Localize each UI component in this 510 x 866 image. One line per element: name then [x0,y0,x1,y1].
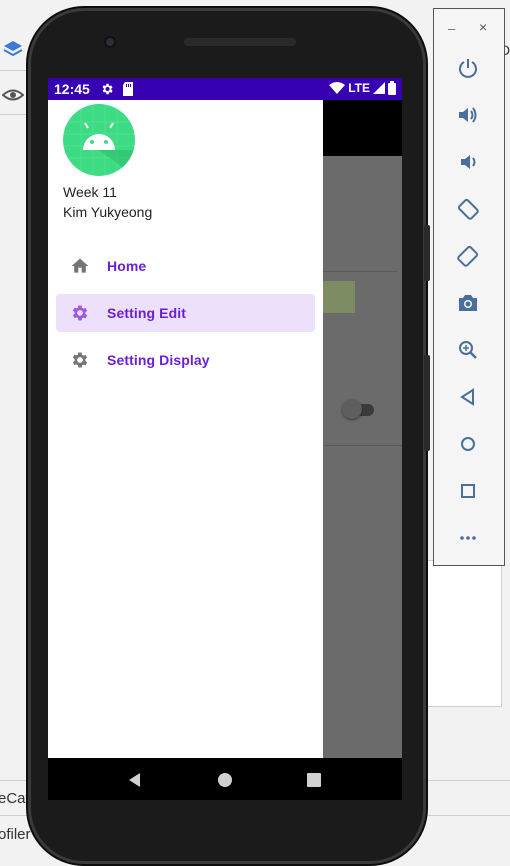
nav-home-icon[interactable] [214,769,236,791]
layers-icon[interactable] [2,38,24,60]
drawer-header-subtitle: Kim Yukyeong [63,204,153,220]
drawer-item-setting-edit[interactable]: Setting Edit [56,294,315,332]
drawer-item-label: Setting Edit [107,305,186,321]
nav-back-icon[interactable] [124,769,146,791]
drawer-item-setting-display[interactable]: Setting Display [56,341,315,379]
gear-icon [72,352,88,368]
ide-tab-label[interactable]: ofiler [0,826,31,843]
drawer-header-title: Week 11 [63,184,117,200]
more-icon[interactable] [456,526,480,550]
zoom-icon[interactable] [456,338,480,362]
signal-icon [373,82,385,94]
ide-tab-label[interactable]: eCat [0,790,30,807]
power-icon[interactable] [456,56,480,80]
nav-overview-icon[interactable] [303,769,325,791]
sd-card-icon [123,82,133,96]
rotate-right-icon[interactable] [456,244,480,268]
settings-status-icon [102,83,113,95]
volume-down-icon[interactable] [456,150,480,174]
wifi-icon [329,82,346,94]
system-nav-bar [48,758,402,800]
gear-icon [72,305,88,321]
close-button[interactable]: × [479,19,487,35]
emulator-control-panel: – × [433,8,505,566]
android-logo-icon [63,104,135,176]
app-preview-box [323,281,355,313]
battery-icon [388,81,396,95]
phone-power-button [424,225,430,281]
screenshot-icon[interactable] [456,291,480,315]
drawer-item-label: Setting Display [107,352,210,368]
minimize-button[interactable]: – [448,21,455,36]
drawer-item-home[interactable]: Home [56,247,315,285]
switch-thumb[interactable] [342,399,362,419]
rotate-left-icon[interactable] [456,197,480,221]
overview-icon[interactable] [456,479,480,503]
home-circle-icon[interactable] [456,432,480,456]
divider [323,271,397,272]
drawer-item-label: Home [107,258,147,274]
network-type: LTE [348,81,370,95]
emulator-panel-titlebar: – × [434,9,504,47]
ide-left-toolbar [0,0,30,866]
volume-up-icon[interactable] [456,103,480,127]
status-time: 12:45 [54,81,90,97]
phone-volume-button [424,355,430,451]
ide-divider [0,70,30,71]
home-icon [71,258,89,273]
earpiece-speaker [184,38,296,46]
front-camera [104,36,116,48]
status-icons: LTE [329,81,396,95]
ide-divider [0,114,30,115]
eye-icon[interactable] [2,84,24,106]
back-icon[interactable] [456,385,480,409]
navigation-drawer: Week 11 Kim Yukyeong Home Setting Edit S… [48,100,323,758]
phone-screen: 12:45 LTE Week 11 Kim Yukyeong Home Sett… [48,78,402,800]
status-bar: 12:45 LTE [48,78,402,100]
divider [323,445,402,446]
